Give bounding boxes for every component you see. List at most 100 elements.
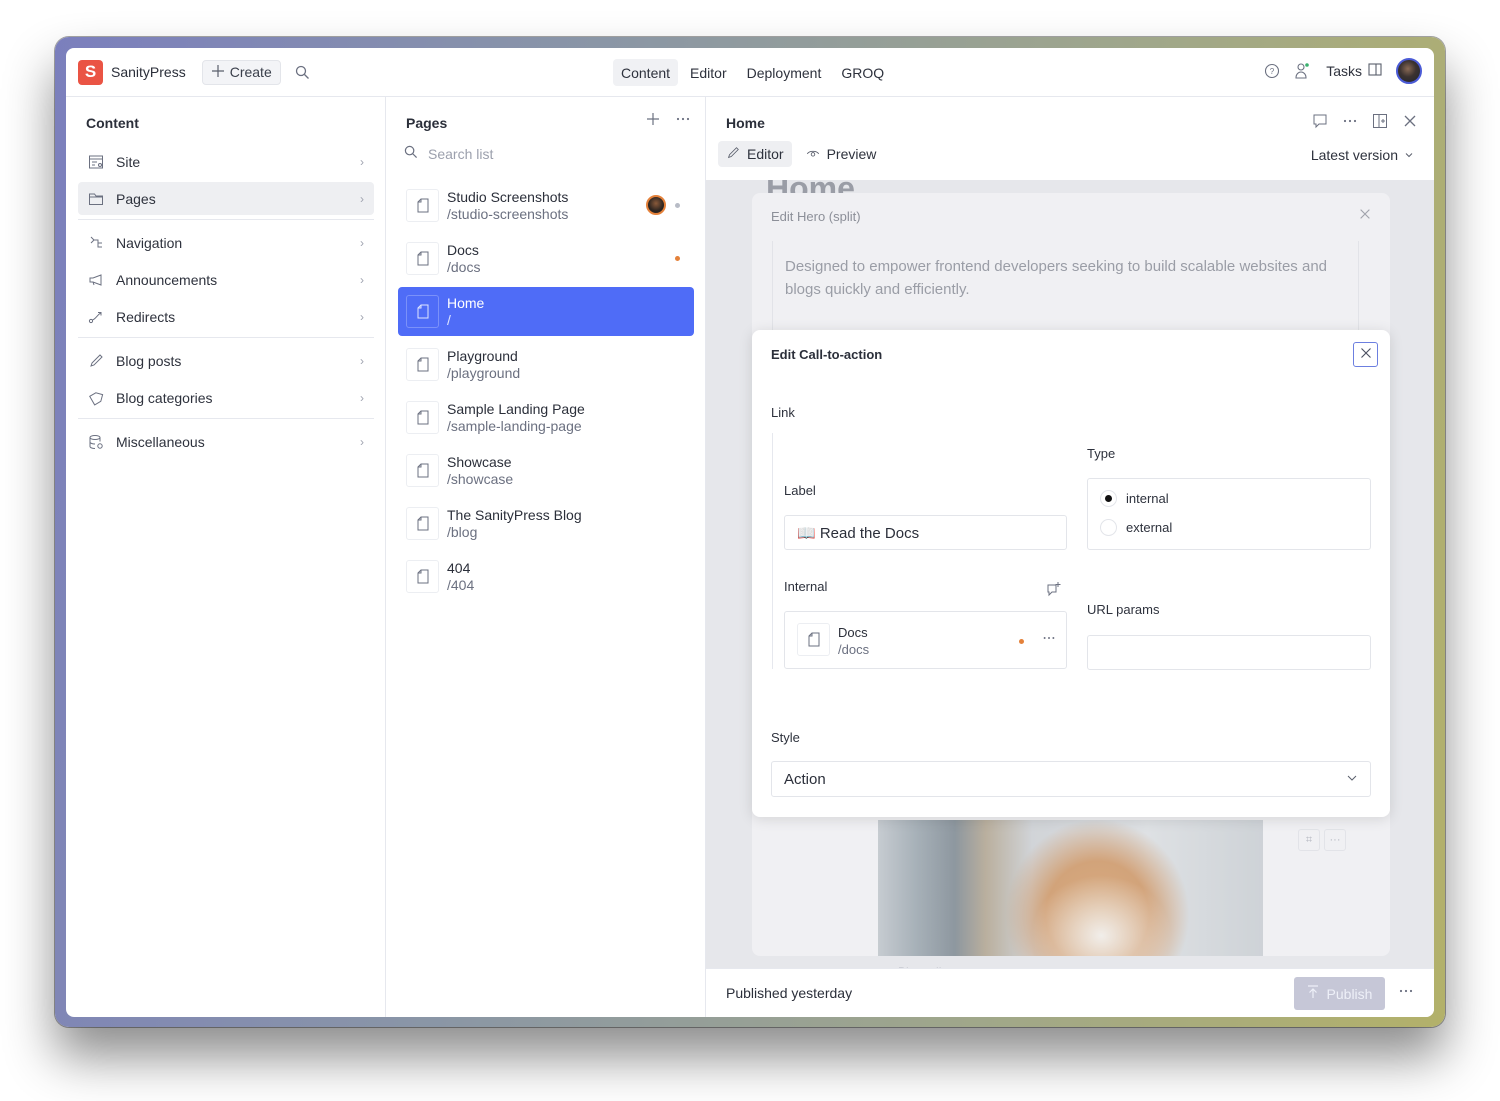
publish-label: Publish [1326,985,1373,1002]
site-settings-icon [88,154,104,170]
more-options-icon[interactable] [675,111,691,132]
style-select-value: Action [784,770,826,788]
page-list-item[interactable]: 404/404 [398,552,694,601]
chevron-right-icon: › [360,191,364,206]
structure-item-label: Announcements [116,271,218,288]
tab-preview[interactable]: Preview [798,141,885,167]
structure-item-redirects[interactable]: Redirects › [78,300,374,333]
tasks-button[interactable]: Tasks [1326,63,1382,79]
chevron-right-icon: › [360,154,364,169]
nav-tab-deployment[interactable]: Deployment [739,59,830,86]
search-icon[interactable] [295,65,310,80]
page-title: Sample Landing Page [447,400,585,417]
main-nav: Content Editor Deployment GROQ [613,59,892,86]
navigation-icon [88,235,104,251]
page-list-item[interactable]: Showcase/showcase [398,446,694,495]
page-list-item[interactable]: Sample Landing Page/sample-landing-page [398,393,694,442]
type-label: Type [1087,446,1116,461]
image-tools: ⌗ ··· [1298,829,1346,851]
nav-tab-groq[interactable]: GROQ [833,59,892,86]
add-comment-icon[interactable] [1046,581,1062,602]
page-list-item[interactable]: Studio Screenshots/studio-screenshots [398,181,694,230]
document-tabs: Editor Preview [718,141,884,167]
document-title: Home [726,115,765,131]
structure-menu: Site › Pages › Navigation › Announcement… [78,145,374,462]
top-navbar: S SanityPress Create Content Editor Depl… [66,48,1434,97]
document-icon [406,189,439,222]
page-list-item[interactable]: Home / [398,287,694,336]
version-selector[interactable]: Latest version [1311,147,1414,163]
page-list-item[interactable]: Playground/playground [398,340,694,389]
tab-editor[interactable]: Editor [718,141,792,167]
radio-external-label: external [1126,520,1173,535]
help-icon[interactable]: ? [1264,63,1280,79]
chevron-right-icon: › [360,272,364,287]
access-request-icon[interactable] [1294,62,1312,80]
more-options-icon[interactable]: ··· [1324,829,1346,851]
hero-text[interactable]: Designed to empower frontend developers … [785,255,1345,301]
pages-list-pane: Pages Search list Studio Screenshots/stu… [386,97,706,1017]
comment-icon[interactable] [1312,113,1328,134]
page-list-item-text: 404/404 [447,560,686,594]
radio-internal[interactable]: internal [1100,490,1169,507]
structure-item-pages[interactable]: Pages › [78,182,374,215]
structure-item-announcements[interactable]: Announcements › [78,263,374,296]
tab-preview-label: Preview [826,146,877,162]
document-icon [406,295,439,328]
search-input[interactable]: Search list [428,146,493,162]
publish-button[interactable]: Publish [1294,977,1385,1010]
structure-item-blog-categories[interactable]: Blog categories › [78,381,374,414]
page-list-item-text: Showcase/showcase [447,454,686,488]
add-page-icon[interactable] [645,111,661,132]
page-slug: /showcase [447,470,514,487]
nav-tab-content[interactable]: Content [613,59,679,86]
structure-item-navigation[interactable]: Navigation › [78,226,374,259]
close-button[interactable] [1353,342,1378,367]
more-options-icon[interactable] [1342,113,1358,134]
document-body: Home Edit Hero (split) Designed to empow… [706,180,1434,968]
search-icon [404,145,418,162]
editor-avatar [646,195,666,215]
pencil-icon [88,353,104,369]
create-button[interactable]: Create [201,59,281,85]
list-search[interactable]: Search list [404,145,493,162]
crop-icon[interactable]: ⌗ [1298,829,1320,851]
nav-tab-editor[interactable]: Editor [682,59,735,86]
link-group-rule [772,433,773,669]
document-pane: Home Editor Preview Latest version Edit … [706,97,1434,1017]
close-icon[interactable] [1402,113,1418,134]
page-list-item[interactable]: Docs/docs [398,234,694,283]
page-title: Showcase [447,453,512,470]
label-input-value: 📖 Read the Docs [797,524,920,542]
radio-external[interactable]: external [1100,519,1172,536]
hero-image[interactable] [878,820,1263,956]
user-avatar[interactable] [1396,58,1422,84]
split-pane-icon[interactable] [1372,113,1388,134]
list-title: Pages [406,115,448,131]
document-icon [406,401,439,434]
label-input[interactable]: 📖 Read the Docs [784,515,1067,550]
page-title: 404 [447,559,471,576]
structure-item-miscellaneous[interactable]: Miscellaneous › [78,425,374,458]
structure-item-label: Site [116,153,141,170]
cta-dialog-title: Edit Call-to-action [771,347,883,362]
page-list-item[interactable]: The SanityPress Blog/blog [398,499,694,548]
more-options-icon[interactable] [1042,631,1056,648]
close-icon[interactable] [1358,207,1372,226]
label-field-label: Label [784,483,816,498]
brand[interactable]: S SanityPress [78,59,186,85]
more-options-icon[interactable] [1398,983,1414,1004]
page-list-item-text: Sample Landing Page/sample-landing-page [447,401,686,435]
style-select[interactable]: Action [771,761,1371,797]
page-list-item-text: Docs/docs [447,242,686,276]
structure-item-blog-posts[interactable]: Blog posts › [78,344,374,377]
hero-text-field: Designed to empower frontend developers … [772,241,1359,341]
document-header: Home Editor Preview Latest version [706,97,1434,180]
chevron-right-icon: › [360,390,364,405]
radio-internal-label: internal [1126,491,1169,506]
structure-item-site[interactable]: Site › [78,145,374,178]
style-label: Style [771,730,800,745]
chevron-down-icon [1404,147,1414,163]
url-params-input[interactable] [1087,635,1371,670]
internal-reference[interactable]: Docs /docs [784,611,1067,669]
